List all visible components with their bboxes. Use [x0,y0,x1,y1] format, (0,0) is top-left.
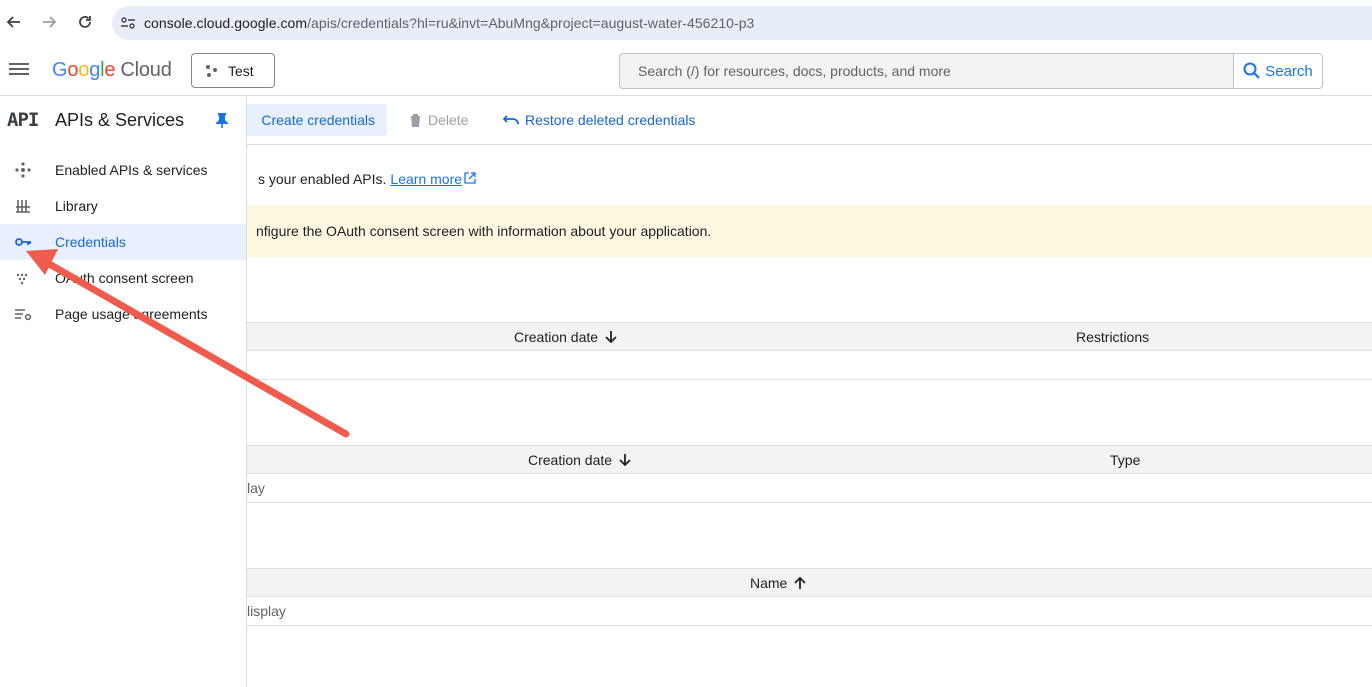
hub-icon [15,162,31,178]
intro-text: s your enabled APIs. Learn more [258,171,476,187]
search-icon [1243,62,1261,79]
sidebar-item-enabled-apis[interactable]: Enabled APIs & services [0,152,246,188]
consent-icon [16,273,28,285]
table-row [247,351,1372,380]
external-link-icon [464,172,476,184]
restore-deleted-button[interactable]: Restore deleted credentials [503,104,695,136]
sidebar-item-library[interactable]: Library [0,188,246,224]
sort-up-icon [794,576,806,589]
sidebar-item-page-usage[interactable]: Page usage agreements [0,296,246,332]
key-icon [15,238,31,246]
sidebar-title: APIs & Services [55,110,185,130]
project-icon [206,64,218,77]
column-name[interactable]: Name [750,575,806,591]
url-text: console.cloud.google.com/apis/credential… [144,15,755,31]
credentials-toolbar: Create credentials Delete Restore delete… [242,96,1372,145]
forward-icon[interactable] [37,10,61,34]
search-bar: Search [619,53,1323,89]
table-header: Creation date Type [247,445,1372,474]
library-icon [16,200,30,213]
settings-list-icon [15,309,32,321]
sidebar: API APIs & Services Enabled APIs & servi… [0,96,247,687]
table-header: Name [247,568,1372,597]
column-type[interactable]: Type [1110,452,1140,468]
api-logo: API [7,109,39,131]
trash-icon [410,113,421,127]
undo-icon [503,115,519,125]
console-header: Google Cloud Test Search [0,46,1372,96]
create-credentials-button[interactable]: Create credentials [242,104,387,136]
search-input[interactable] [619,53,1233,89]
back-icon[interactable] [2,10,26,34]
sort-down-icon [619,454,631,467]
pin-icon[interactable] [215,112,229,128]
project-name: Test [228,62,254,79]
browser-toolbar: console.cloud.google.com/apis/credential… [0,0,1372,46]
project-picker-button[interactable]: Test [191,53,275,88]
search-button[interactable]: Search [1233,53,1323,89]
google-cloud-logo[interactable]: Google Cloud [52,59,172,82]
main-content: s your enabled APIs. Learn more nfigure t… [247,145,1372,687]
column-restrictions[interactable]: Restrictions [1076,329,1149,345]
sidebar-item-credentials[interactable]: Credentials [0,224,246,260]
table-header: Creation date Restrictions [247,322,1372,351]
menu-icon[interactable] [9,60,29,80]
learn-more-link[interactable]: Learn more [390,171,476,187]
sidebar-header: API APIs & Services [0,96,246,144]
reload-icon[interactable] [73,10,97,34]
column-creation-date[interactable]: Creation date [514,329,617,345]
site-settings-icon[interactable] [112,16,144,30]
address-bar[interactable]: console.cloud.google.com/apis/credential… [112,6,1372,40]
sidebar-item-oauth-consent[interactable]: OAuth consent screen [0,260,246,296]
column-creation-date[interactable]: Creation date [528,452,631,468]
table-row: lisplay [247,597,1372,626]
table-row: lay [247,474,1372,503]
oauth-warning-banner: nfigure the OAuth consent screen with in… [247,205,1372,257]
sort-down-icon [605,331,617,344]
delete-button[interactable]: Delete [409,104,468,136]
